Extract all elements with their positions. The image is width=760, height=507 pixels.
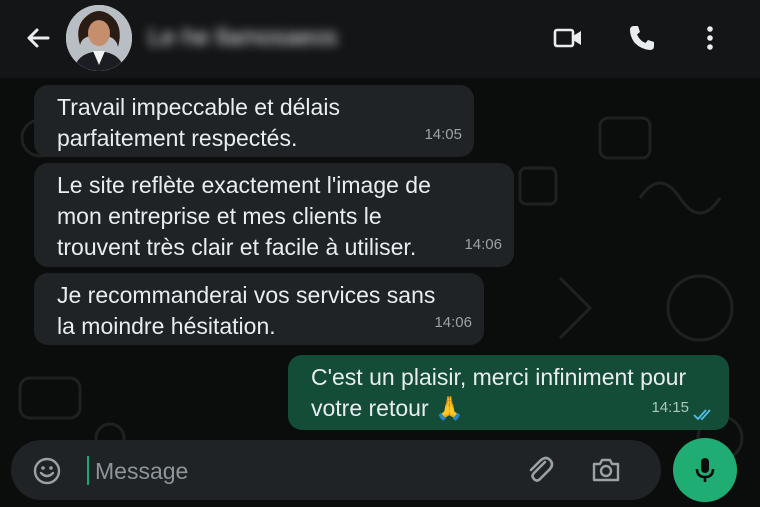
contact-photo [66, 5, 132, 71]
message-text: Travail impeccable et délais parfaitemen… [57, 94, 340, 151]
avatar[interactable] [66, 5, 132, 71]
message-bubble-incoming[interactable]: Travail impeccable et délais parfaitemen… [34, 85, 474, 157]
voice-message-button[interactable] [673, 438, 737, 502]
message-bubble-incoming[interactable]: Je recommanderai vos services sans la mo… [34, 273, 484, 345]
message-bubble-incoming[interactable]: Le site reflète exactement l'image de mo… [34, 163, 514, 267]
camera-icon[interactable] [589, 453, 623, 487]
message-time: 14:05 [424, 126, 462, 143]
message-bubble-outgoing[interactable]: C'est un plaisir, merci infiniment pour … [288, 355, 729, 430]
read-receipt-icon [693, 409, 711, 421]
contact-name[interactable]: Le·he llamosaeos [148, 22, 337, 54]
chat-header: Le·he llamosaeos [0, 0, 760, 78]
text-caret [87, 456, 89, 485]
arrow-back-icon[interactable] [22, 22, 54, 54]
message-text: Je recommanderai vos services sans la mo… [57, 282, 436, 339]
message-time: 14:15 [651, 399, 689, 416]
attach-icon[interactable] [523, 453, 557, 487]
message-time: 14:06 [464, 236, 502, 253]
message-time: 14:06 [434, 314, 472, 331]
message-text: Le site reflète exactement l'image de mo… [57, 172, 431, 260]
video-call-icon[interactable] [552, 22, 584, 54]
microphone-icon [695, 458, 715, 482]
emoji-icon[interactable] [31, 455, 63, 487]
message-composer [11, 440, 661, 500]
phone-icon[interactable] [626, 22, 658, 54]
more-vertical-icon[interactable] [694, 22, 726, 54]
message-input[interactable] [93, 452, 497, 490]
